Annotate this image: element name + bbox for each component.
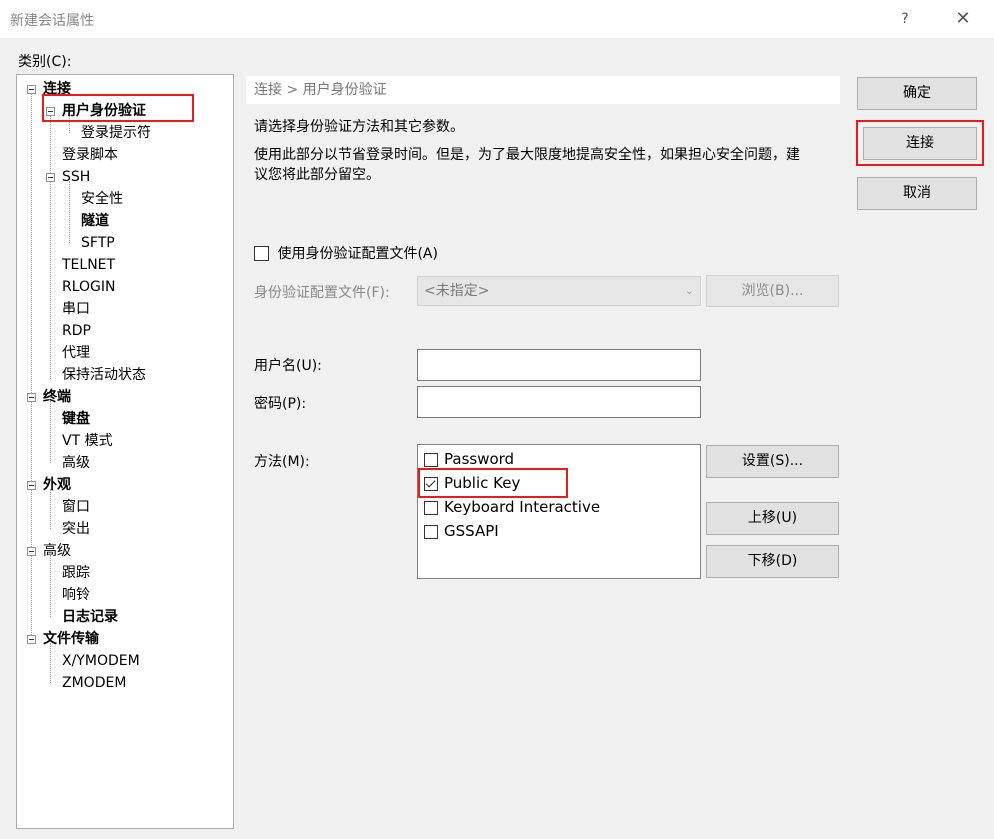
profile-select[interactable]: <未指定> ⌄ xyxy=(417,276,701,306)
tree-item-connection[interactable]: 连接 xyxy=(25,78,71,100)
profile-select-value: <未指定> xyxy=(424,283,490,299)
method-item-gssapi[interactable]: GSSAPI xyxy=(424,520,499,542)
method-checkbox-public-key[interactable] xyxy=(424,476,438,491)
use-profile-label: 使用身份验证配置文件(A) xyxy=(277,246,438,262)
tree-item-highlight[interactable]: 突出 xyxy=(62,518,90,540)
move-up-button[interactable]: 上移(U) xyxy=(706,502,839,535)
collapse-icon[interactable] xyxy=(27,635,36,644)
tree-line xyxy=(50,115,51,379)
window-title: 新建会话属性 xyxy=(10,13,94,29)
collapse-icon[interactable] xyxy=(27,547,36,556)
method-list[interactable]: Password Public Key Keyboard Interactive… xyxy=(417,444,701,579)
collapse-icon[interactable] xyxy=(46,173,55,182)
title-bar: 新建会话属性 ? ✕ xyxy=(0,0,994,38)
description-line-1: 请选择身份验证方法和其它参数。 xyxy=(254,119,464,135)
method-checkbox-gssapi[interactable] xyxy=(424,524,438,539)
tree-item-keyboard[interactable]: 键盘 xyxy=(62,408,90,430)
tree-item-terminal-advanced[interactable]: 高级 xyxy=(62,452,90,474)
category-label: 类别(C): xyxy=(18,54,72,70)
tree-item-telnet[interactable]: TELNET xyxy=(62,254,115,276)
password-input[interactable] xyxy=(417,386,701,418)
ok-button[interactable]: 确定 xyxy=(857,77,977,110)
tree-item-logging[interactable]: 日志记录 xyxy=(62,606,118,628)
collapse-icon[interactable] xyxy=(27,481,36,490)
tree-line xyxy=(50,401,51,463)
breadcrumb: 连接 > 用户身份验证 xyxy=(246,76,840,104)
description-line-2: 使用此部分以节省登录时间。但是，为了最大限度地提高安全性，如果担心安全问题，建 xyxy=(254,147,800,163)
settings-button[interactable]: 设置(S)... xyxy=(706,445,839,478)
browse-button[interactable]: 浏览(B)... xyxy=(706,275,839,307)
tree-item-ssh[interactable]: SSH xyxy=(44,166,90,188)
tree-line xyxy=(69,181,70,243)
tree-item-sftp[interactable]: SFTP xyxy=(81,232,115,254)
help-icon[interactable]: ? xyxy=(890,6,920,32)
method-checkbox-keyboard-interactive[interactable] xyxy=(424,500,438,515)
tree-item-tunnels[interactable]: 隧道 xyxy=(81,210,109,232)
description-line-3: 议您将此部分留空。 xyxy=(254,167,380,183)
use-profile-option[interactable]: 使用身份验证配置文件(A) xyxy=(254,243,438,263)
tree-item-trace[interactable]: 跟踪 xyxy=(62,562,90,584)
profile-label: 身份验证配置文件(F): xyxy=(254,285,390,301)
tree-item-user-auth[interactable]: 用户身份验证 xyxy=(44,100,146,122)
tree-item-login-prompts[interactable]: 登录提示符 xyxy=(81,122,151,144)
tree-item-serial[interactable]: 串口 xyxy=(62,298,90,320)
tree-item-keep-alive[interactable]: 保持活动状态 xyxy=(62,364,146,386)
tree-item-rdp[interactable]: RDP xyxy=(62,320,91,342)
collapse-icon[interactable] xyxy=(27,85,36,94)
tree-item-advanced[interactable]: 高级 xyxy=(25,540,71,562)
method-label: 方法(M): xyxy=(254,454,310,470)
tree-item-file-transfer[interactable]: 文件传输 xyxy=(25,628,99,650)
tree-item-rlogin[interactable]: RLOGIN xyxy=(62,276,116,298)
tree-item-zmodem[interactable]: ZMODEM xyxy=(62,672,126,694)
tree-item-appearance[interactable]: 外观 xyxy=(25,474,71,496)
method-item-public-key[interactable]: Public Key xyxy=(424,472,520,494)
close-icon[interactable]: ✕ xyxy=(948,6,978,32)
tree-line xyxy=(50,555,51,617)
chevron-down-icon: ⌄ xyxy=(684,284,694,297)
category-tree[interactable]: 连接 用户身份验证 登录提示符 登录脚本 SSH 安全性 隧道 SFTP TEL… xyxy=(16,74,234,829)
method-item-password[interactable]: Password xyxy=(424,448,514,470)
tree-item-bell[interactable]: 响铃 xyxy=(62,584,90,606)
use-profile-checkbox[interactable] xyxy=(254,245,269,261)
tree-item-vt-modes[interactable]: VT 模式 xyxy=(62,430,113,452)
move-down-button[interactable]: 下移(D) xyxy=(706,545,839,578)
tree-item-window[interactable]: 窗口 xyxy=(62,496,90,518)
collapse-icon[interactable] xyxy=(27,393,36,402)
tree-item-terminal[interactable]: 终端 xyxy=(25,386,71,408)
method-checkbox-password[interactable] xyxy=(424,452,438,467)
cancel-button[interactable]: 取消 xyxy=(857,177,977,210)
method-item-keyboard-interactive[interactable]: Keyboard Interactive xyxy=(424,496,600,518)
collapse-icon[interactable] xyxy=(46,107,55,116)
tree-item-security[interactable]: 安全性 xyxy=(81,188,123,210)
username-label: 用户名(U): xyxy=(254,358,322,374)
connect-button[interactable]: 连接 xyxy=(863,127,977,160)
username-input[interactable] xyxy=(417,349,701,381)
tree-item-xymodem[interactable]: X/YMODEM xyxy=(62,650,140,672)
password-label: 密码(P): xyxy=(254,396,307,412)
tree-item-proxy[interactable]: 代理 xyxy=(62,342,90,364)
tree-item-login-scripts[interactable]: 登录脚本 xyxy=(62,144,118,166)
